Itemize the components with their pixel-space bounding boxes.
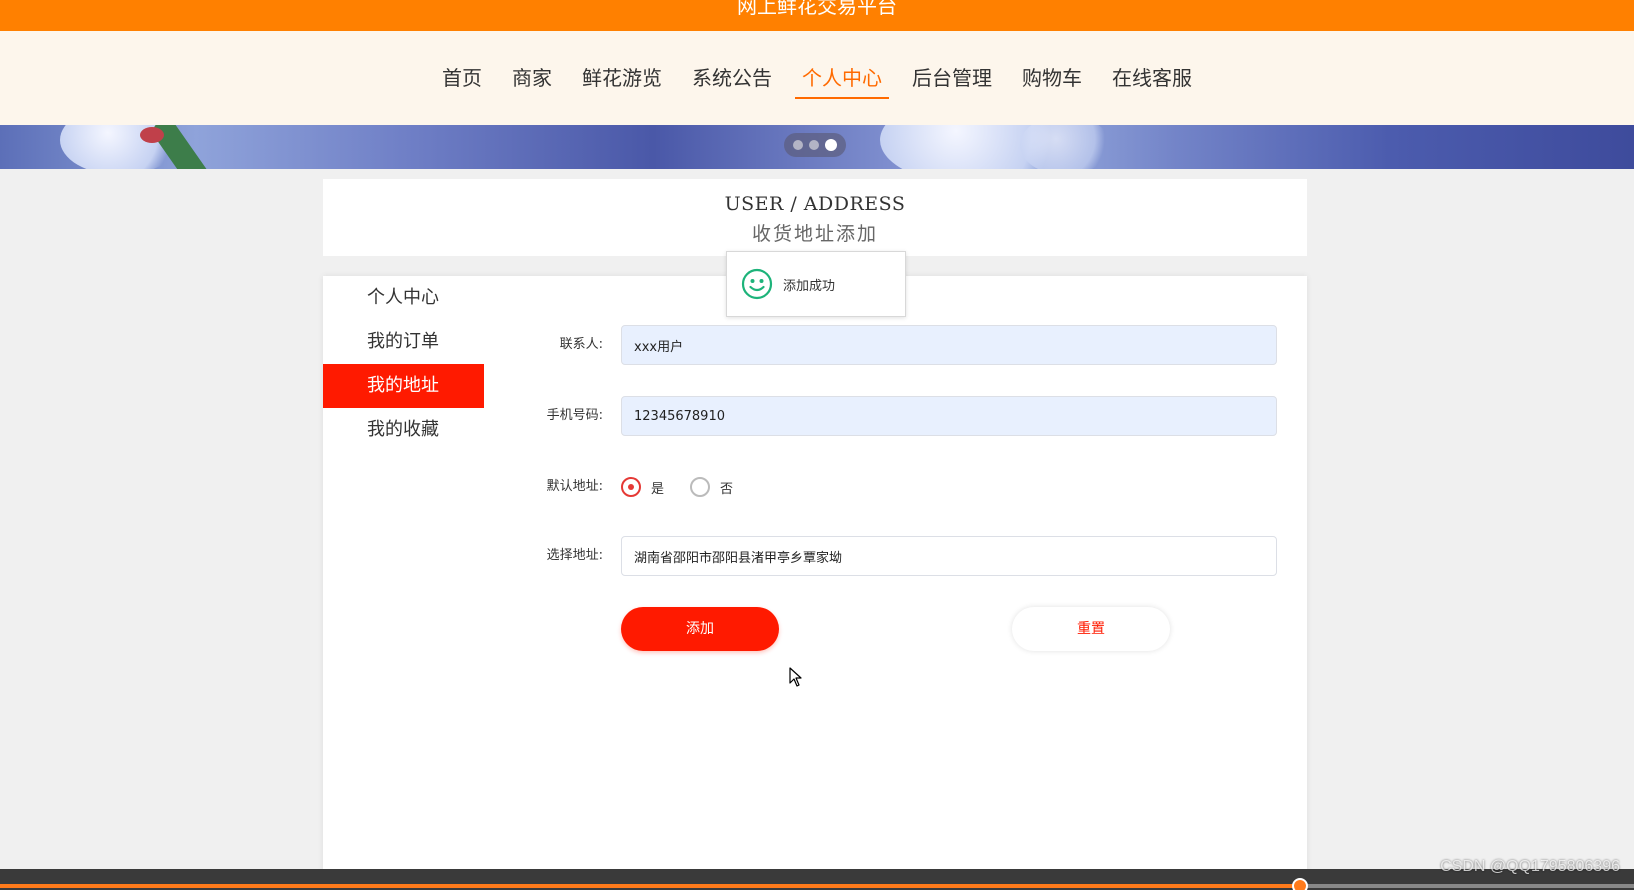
nav-list: 首页 商家 鲜花游览 系统公告 个人中心 后台管理 购物车 在线客服 <box>0 65 1634 99</box>
sidebar-item-addresses[interactable]: 我的地址 <box>323 364 484 408</box>
smile-icon <box>741 268 773 300</box>
top-bar: 网上鲜花交易平台 <box>0 0 1634 31</box>
nav-item-flowers[interactable]: 鲜花游览 <box>567 65 677 99</box>
address-row: 选择地址: <box>508 536 1277 576</box>
carousel-dot[interactable] <box>793 140 803 150</box>
contact-label: 联系人: <box>559 337 603 352</box>
banner-carousel <box>0 125 1634 169</box>
nav-item-merchants[interactable]: 商家 <box>497 65 567 99</box>
radio-checked-icon <box>621 477 641 497</box>
page-title-cn: 收货地址添加 <box>751 223 878 245</box>
sidebar-item-favorites[interactable]: 我的收藏 <box>323 408 484 452</box>
reset-button[interactable]: 重置 <box>1012 607 1170 651</box>
contact-row: 联系人: <box>508 325 1277 365</box>
watermark: CSDN @QQ1795806396 <box>1440 858 1620 875</box>
radio-unchecked-icon <box>690 477 711 497</box>
carousel-dot-active[interactable] <box>825 139 837 151</box>
video-progress-remaining[interactable] <box>1300 884 1634 888</box>
flower-bud-decoration <box>140 127 164 143</box>
toast-message: 添加成功 <box>783 278 836 294</box>
carousel-indicator <box>784 133 846 157</box>
side-menu: 个人中心 我的订单 我的地址 我的收藏 <box>323 276 484 452</box>
blossom-decoration-2 <box>1020 125 1110 169</box>
nav-item-admin[interactable]: 后台管理 <box>897 65 1007 99</box>
nav-item-cart[interactable]: 购物车 <box>1007 65 1097 99</box>
sidebar-item-orders[interactable]: 我的订单 <box>323 320 484 364</box>
sidebar-item-personal-center[interactable]: 个人中心 <box>323 276 484 320</box>
default-yes-label: 是 <box>651 481 665 497</box>
phone-input[interactable] <box>621 396 1277 436</box>
add-button[interactable]: 添加 <box>621 607 779 651</box>
page-title-en: USER / ADDRESS <box>724 193 906 215</box>
address-label: 选择地址: <box>546 548 603 563</box>
default-address-label: 默认地址: <box>546 479 603 494</box>
main-navbar: 首页 商家 鲜花游览 系统公告 个人中心 后台管理 购物车 在线客服 <box>0 31 1634 125</box>
video-player-bar <box>0 869 1634 890</box>
nav-item-announcements[interactable]: 系统公告 <box>677 65 787 99</box>
nav-item-personal-center[interactable]: 个人中心 <box>787 65 897 99</box>
video-progress[interactable] <box>0 884 1300 888</box>
main-content-card: 个人中心 我的订单 我的地址 我的收藏 联系人: 手机号码: 默认地址: 是 否… <box>323 276 1307 890</box>
phone-row: 手机号码: <box>508 396 1277 436</box>
nav-item-customer-service[interactable]: 在线客服 <box>1097 65 1207 99</box>
site-title: 网上鲜花交易平台 <box>737 0 897 18</box>
mouse-cursor-icon <box>789 667 802 687</box>
contact-input[interactable] <box>621 325 1277 365</box>
default-address-radio-group: 是 否 <box>621 467 759 507</box>
nav-item-home[interactable]: 首页 <box>427 65 497 99</box>
address-input[interactable] <box>621 536 1277 576</box>
default-no-radio[interactable]: 否 <box>690 477 733 497</box>
carousel-dot[interactable] <box>809 140 819 150</box>
default-address-row: 默认地址: 是 否 <box>508 467 1268 507</box>
default-yes-radio[interactable]: 是 <box>621 477 664 497</box>
video-progress-knob[interactable] <box>1292 878 1308 890</box>
default-no-label: 否 <box>720 481 734 497</box>
success-toast: 添加成功 <box>726 251 906 317</box>
phone-label: 手机号码: <box>546 408 603 423</box>
page-header-card: USER / ADDRESS 收货地址添加 <box>323 179 1307 256</box>
